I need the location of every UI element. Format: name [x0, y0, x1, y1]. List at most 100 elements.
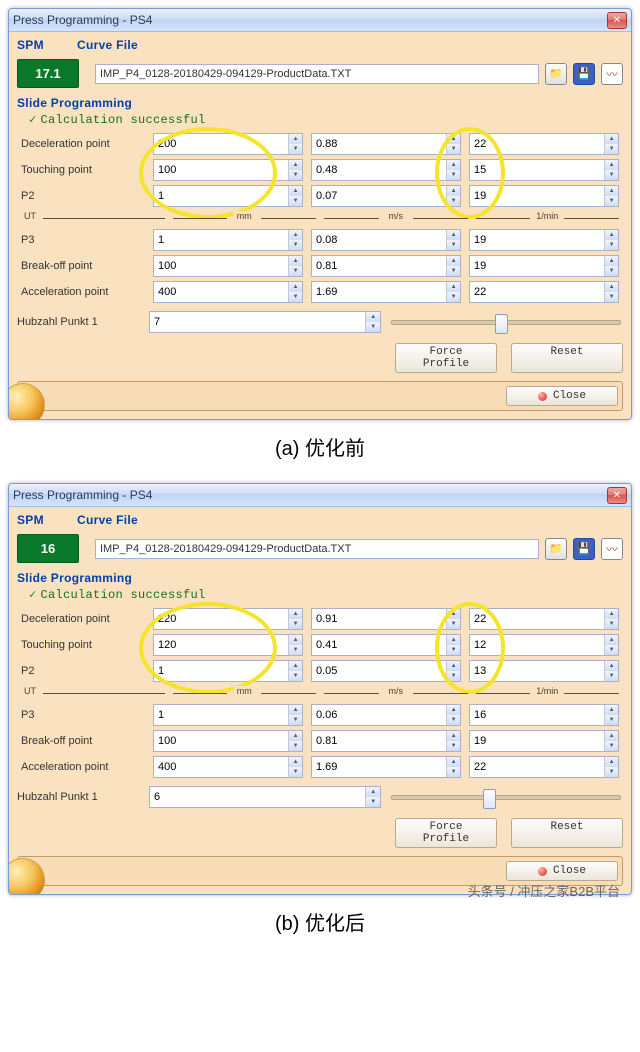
close-button[interactable]: Close: [506, 861, 618, 881]
save-file-button[interactable]: 💾: [573, 63, 595, 85]
window-title: Press Programming - PS4: [13, 488, 607, 502]
force-profile-button[interactable]: Force Profile: [395, 818, 497, 848]
touch-label: Touching point: [21, 639, 145, 651]
decel-ms-input[interactable]: ▲▼: [311, 133, 461, 155]
unit-mm: mm: [234, 686, 255, 696]
p3-mm-input[interactable]: ▲▼: [153, 229, 303, 251]
decel-imin-input[interactable]: ▲▼: [469, 608, 619, 630]
accel-row: Acceleration point ▲▼ ▲▼ ▲▼: [21, 756, 619, 778]
hubzahl-label: Hubzahl Punkt 1: [17, 316, 141, 328]
calc-status-text: Calculation successful: [41, 113, 206, 127]
curve-view-button[interactable]: 〰: [601, 538, 623, 560]
window-close-button[interactable]: ✕: [607, 487, 627, 504]
calc-status: ✓ Calculation successful: [29, 112, 623, 127]
p3-ms-input[interactable]: ▲▼: [311, 229, 461, 251]
p3-imin-input[interactable]: ▲▼: [469, 704, 619, 726]
p2-row: P2 ▲▼ ▲▼ ▲▼: [21, 185, 619, 207]
unit-mm: mm: [234, 211, 255, 221]
p3-row: P3 ▲▼ ▲▼ ▲▼: [21, 229, 619, 251]
touch-ms-input[interactable]: ▲▼: [311, 159, 461, 181]
p3-imin-input[interactable]: ▲▼: [469, 229, 619, 251]
p2-label: P2: [21, 190, 145, 202]
unit-imin: 1/min: [533, 686, 561, 696]
p2-imin-input[interactable]: ▲▼: [469, 185, 619, 207]
param-area: Deceleration point ▲▼ ▲▼ ▲▼ Touching poi…: [17, 133, 623, 303]
unit-ut: UT: [21, 211, 39, 221]
break-ms-input[interactable]: ▲▼: [311, 730, 461, 752]
hubzahl-slider[interactable]: [389, 320, 623, 325]
break-imin-input[interactable]: ▲▼: [469, 730, 619, 752]
p2-imin-input[interactable]: ▲▼: [469, 660, 619, 682]
decel-label: Deceleration point: [21, 138, 145, 150]
spm-value-box: 16: [17, 534, 79, 563]
touch-ms-input[interactable]: ▲▼: [311, 634, 461, 656]
curve-file-label: Curve File: [77, 513, 623, 527]
slider-thumb[interactable]: [495, 314, 508, 334]
decel-ms-input[interactable]: ▲▼: [311, 608, 461, 630]
accel-ms-input[interactable]: ▲▼: [311, 281, 461, 303]
hubzahl-row: Hubzahl Punkt 1 ▲▼: [17, 786, 623, 808]
reset-button[interactable]: Reset: [511, 818, 623, 848]
slider-thumb[interactable]: [483, 789, 496, 809]
p2-label: P2: [21, 665, 145, 677]
touch-row: Touching point ▲▼ ▲▼ ▲▼: [21, 159, 619, 181]
spm-label: SPM: [17, 513, 77, 527]
p3-label: P3: [21, 709, 145, 721]
unit-imin: 1/min: [533, 211, 561, 221]
curve-file-field[interactable]: IMP_P4_0128-20180429-094129-ProductData.…: [95, 64, 539, 84]
press-programming-window-a: Press Programming - PS4 ✕ SPM Curve File…: [8, 8, 632, 420]
calc-status-text: Calculation successful: [41, 588, 206, 602]
touch-mm-input[interactable]: ▲▼: [153, 634, 303, 656]
curve-file-field[interactable]: IMP_P4_0128-20180429-094129-ProductData.…: [95, 539, 539, 559]
titlebar: Press Programming - PS4 ✕: [9, 9, 631, 32]
save-file-button[interactable]: 💾: [573, 538, 595, 560]
window-title: Press Programming - PS4: [13, 13, 607, 27]
close-panel: Close: [17, 381, 623, 411]
decel-imin-input[interactable]: ▲▼: [469, 133, 619, 155]
p2-ms-input[interactable]: ▲▼: [311, 185, 461, 207]
hubzahl-input[interactable]: ▲▼: [149, 311, 381, 333]
touch-row: Touching point ▲▼ ▲▼ ▲▼: [21, 634, 619, 656]
accel-ms-input[interactable]: ▲▼: [311, 756, 461, 778]
hubzahl-slider[interactable]: [389, 795, 623, 800]
window-close-button[interactable]: ✕: [607, 12, 627, 29]
p2-mm-input[interactable]: ▲▼: [153, 185, 303, 207]
decel-mm-input[interactable]: ▲▼: [153, 133, 303, 155]
p2-ms-input[interactable]: ▲▼: [311, 660, 461, 682]
close-button[interactable]: Close: [506, 386, 618, 406]
accel-mm-input[interactable]: ▲▼: [153, 756, 303, 778]
decel-mm-input[interactable]: ▲▼: [153, 608, 303, 630]
break-mm-input[interactable]: ▲▼: [153, 730, 303, 752]
break-imin-input[interactable]: ▲▼: [469, 255, 619, 277]
touch-label: Touching point: [21, 164, 145, 176]
p3-mm-input[interactable]: ▲▼: [153, 704, 303, 726]
open-file-button[interactable]: 📁: [545, 538, 567, 560]
p2-mm-input[interactable]: ▲▼: [153, 660, 303, 682]
decel-label: Deceleration point: [21, 613, 145, 625]
param-area: Deceleration point ▲▼ ▲▼ ▲▼ Touching poi…: [17, 608, 623, 778]
spm-value-box: 17.1: [17, 59, 79, 88]
curve-file-label: Curve File: [77, 38, 623, 52]
touch-mm-input[interactable]: ▲▼: [153, 159, 303, 181]
hubzahl-input[interactable]: ▲▼: [149, 786, 381, 808]
titlebar: Press Programming - PS4 ✕: [9, 484, 631, 507]
accel-mm-input[interactable]: ▲▼: [153, 281, 303, 303]
accel-label: Acceleration point: [21, 761, 145, 773]
press-programming-window-b: Press Programming - PS4 ✕ SPM Curve File…: [8, 483, 632, 895]
break-label: Break-off point: [21, 260, 145, 272]
touch-imin-input[interactable]: ▲▼: [469, 634, 619, 656]
decel-row: Deceleration point ▲▼ ▲▼ ▲▼: [21, 133, 619, 155]
force-profile-button[interactable]: Force Profile: [395, 343, 497, 373]
reset-button[interactable]: Reset: [511, 343, 623, 373]
break-mm-input[interactable]: ▲▼: [153, 255, 303, 277]
open-file-button[interactable]: 📁: [545, 63, 567, 85]
p3-row: P3 ▲▼ ▲▼ ▲▼: [21, 704, 619, 726]
unit-ms: m/s: [386, 211, 407, 221]
curve-view-button[interactable]: 〰: [601, 63, 623, 85]
unit-ut: UT: [21, 686, 39, 696]
p3-ms-input[interactable]: ▲▼: [311, 704, 461, 726]
accel-imin-input[interactable]: ▲▼: [469, 281, 619, 303]
touch-imin-input[interactable]: ▲▼: [469, 159, 619, 181]
break-ms-input[interactable]: ▲▼: [311, 255, 461, 277]
accel-imin-input[interactable]: ▲▼: [469, 756, 619, 778]
